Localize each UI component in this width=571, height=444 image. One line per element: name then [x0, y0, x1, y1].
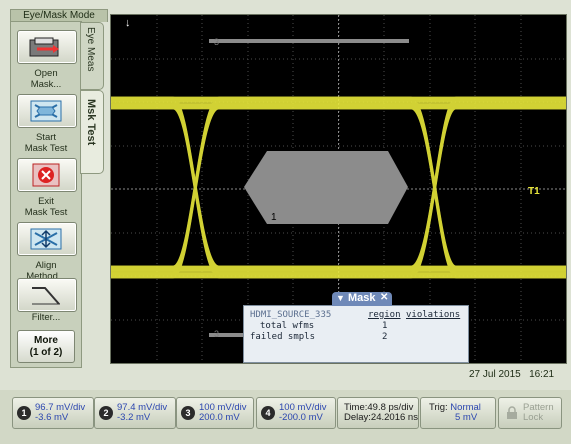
col-violations-header: violations: [406, 310, 461, 320]
pattern-lock-label-2: Lock: [523, 412, 544, 423]
trigger-button[interactable]: Trig: Normal 5 mV: [420, 397, 496, 429]
open-mask-label-1: Open: [34, 68, 58, 79]
channel-1-offset: -3.6 mV: [35, 412, 69, 423]
start-mask-test-button[interactable]: [17, 94, 77, 128]
mask-region-1: [244, 151, 408, 224]
tab-msk-test-label: Msk Test: [85, 99, 97, 146]
trigger-level: 5 mV: [455, 412, 478, 423]
channel-3-button[interactable]: 3 100 mV/div 200.0 mV: [176, 397, 254, 429]
row-label-failed-smpls: failed smpls: [250, 332, 316, 342]
filter-label: Filter...: [31, 312, 61, 323]
align-method-label-1: Align: [35, 260, 57, 271]
trigger-label: Trig:: [429, 402, 448, 413]
open-mask-label-2: Mask...: [30, 79, 62, 90]
exit-mask-test-label-1: Exit: [38, 196, 54, 207]
more-button[interactable]: More (1 of 2): [17, 330, 75, 363]
row-label-total-wfms: total wfms: [260, 321, 315, 331]
channel-4-offset: -200.0 mV: [279, 412, 323, 423]
row-value-total-wfms: 1: [382, 321, 388, 331]
filter-button[interactable]: [17, 278, 77, 312]
tab-msk-test[interactable]: Msk Test: [80, 90, 104, 174]
mask-region-bottom-label: 3: [214, 329, 220, 339]
trigger-level-marker: T1: [528, 186, 540, 197]
timestamp: 27 Jul 2015 16:21: [469, 369, 554, 380]
channel-4-number: 4: [261, 406, 275, 420]
start-mask-test-label-2: Mask Test: [24, 143, 68, 154]
status-bar: 1 96.7 mV/div -3.6 mV 2 97.4 mV/div -3.2…: [0, 390, 571, 444]
tab-eye-meas-label: Eye Meas: [85, 27, 96, 72]
timestamp-time: 16:21: [529, 369, 555, 380]
align-method-button[interactable]: [17, 222, 77, 256]
scope-app: Eye/Mask Mode Open Mask... Start Mask Te…: [0, 0, 571, 444]
mask-region-top: [209, 39, 409, 43]
col-region-header: region: [368, 310, 401, 320]
open-mask-button[interactable]: [17, 30, 77, 64]
softkey-panel: Open Mask... Start Mask Test Exit Mask T…: [10, 21, 82, 368]
start-mask-test-label-1: Start: [35, 132, 57, 143]
row-value-failed-smpls: 2: [382, 332, 388, 342]
exit-mask-test-label-2: Mask Test: [24, 207, 68, 218]
filter-icon: [32, 287, 60, 305]
channel-2-number: 2: [99, 406, 113, 420]
more-page-label: (1 of 2): [29, 347, 63, 358]
channel-2-offset: -3.2 mV: [117, 412, 151, 423]
mask-window-title: Mask: [348, 292, 376, 304]
timebase-delay: Delay:24.2016 ns: [344, 412, 418, 423]
trigger-position-marker: ↓: [125, 17, 131, 29]
mask-region-1-label: 1: [271, 212, 277, 223]
tab-eye-meas[interactable]: Eye Meas: [80, 22, 104, 90]
channel-4-button[interactable]: 4 100 mV/div -200.0 mV: [256, 397, 336, 429]
exit-mask-test-button[interactable]: [17, 158, 77, 192]
close-icon[interactable]: ✕: [380, 292, 388, 303]
exit-mask-test-icon: [32, 163, 60, 187]
scope-display[interactable]: ↓ T1 1 3 3 ▼ Mask ✕ HDMI_SOURCE_335 regi…: [110, 14, 567, 364]
collapse-arrow-icon[interactable]: ▼: [336, 293, 345, 303]
channel-2-button[interactable]: 2 97.4 mV/div -3.2 mV: [94, 397, 176, 429]
timebase-button[interactable]: Time:49.8 ps/div Delay:24.2016 ns: [337, 397, 419, 429]
start-mask-test-icon: [30, 100, 62, 122]
channel-3-number: 3: [181, 406, 195, 420]
align-method-icon: [30, 228, 62, 250]
mask-results-window: ▼ Mask ✕ HDMI_SOURCE_335 region violatio…: [243, 292, 469, 363]
mask-region-top-label: 3: [214, 37, 220, 47]
pattern-lock-button[interactable]: Pattern Lock: [498, 397, 562, 429]
mask-window-tab[interactable]: ▼ Mask ✕: [332, 292, 392, 306]
timestamp-date: 27 Jul 2015: [469, 369, 521, 380]
more-label: More: [34, 335, 58, 346]
channel-1-button[interactable]: 1 96.7 mV/div -3.6 mV: [12, 397, 94, 429]
channel-3-offset: 200.0 mV: [199, 412, 240, 423]
mask-source: HDMI_SOURCE_335: [250, 310, 332, 320]
lock-icon: [507, 406, 517, 419]
open-mask-icon: [29, 37, 59, 57]
channel-1-number: 1: [17, 406, 31, 420]
